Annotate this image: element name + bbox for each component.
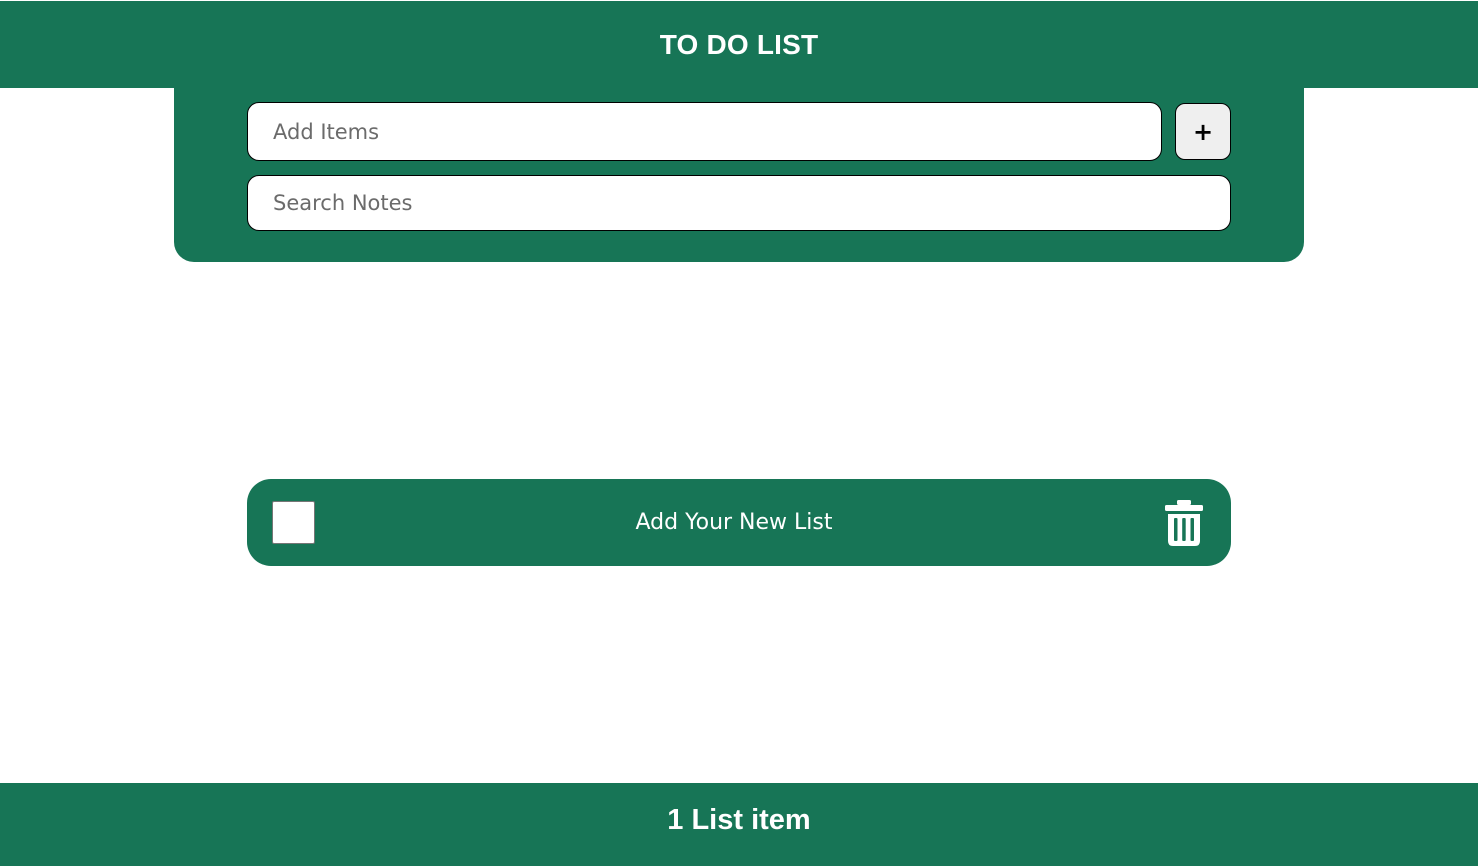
app-header: TO DO LIST xyxy=(0,1,1478,88)
page-title: TO DO LIST xyxy=(659,28,819,60)
list-item: Add Your New List xyxy=(247,479,1231,566)
add-items-input[interactable] xyxy=(247,102,1162,161)
list-item-text: Add Your New List xyxy=(635,510,833,535)
search-notes-input[interactable] xyxy=(247,175,1231,231)
item-checkbox[interactable] xyxy=(272,501,315,544)
item-count: 1 List item xyxy=(667,804,811,836)
plus-icon: + xyxy=(1192,117,1214,146)
app-footer: 1 List item xyxy=(0,783,1478,866)
trash-icon[interactable] xyxy=(1163,499,1205,547)
add-item-button[interactable]: + xyxy=(1175,103,1231,160)
